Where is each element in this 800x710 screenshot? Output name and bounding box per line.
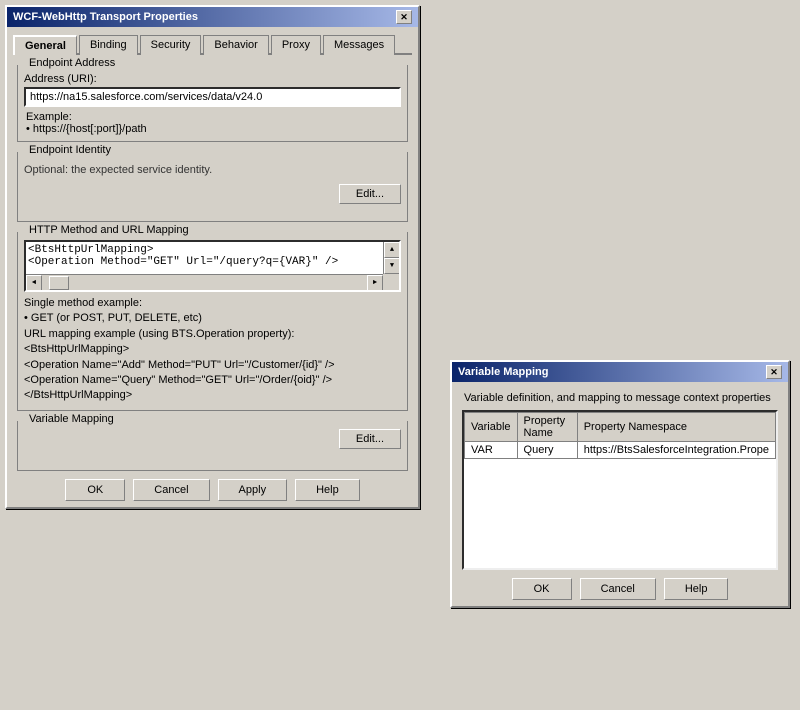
scrollbar-horizontal[interactable]: ◄ ► <box>26 274 383 290</box>
var-cancel-button[interactable]: Cancel <box>580 578 656 600</box>
address-input[interactable] <box>24 87 401 107</box>
var-cell-property-namespace: https://BtsSalesforceIntegration.Prope <box>577 442 775 459</box>
endpoint-identity-label: Endpoint Identity <box>26 144 114 156</box>
tab-binding[interactable]: Binding <box>79 35 138 55</box>
tab-proxy[interactable]: Proxy <box>271 35 321 55</box>
main-dialog-title: WCF-WebHttp Transport Properties <box>13 11 198 23</box>
scroll-up-button[interactable]: ▲ <box>384 242 400 258</box>
endpoint-identity-group: Endpoint Identity Optional: the expected… <box>17 152 408 222</box>
var-mapping-body: Variable definition, and mapping to mess… <box>452 382 788 606</box>
var-mapping-dialog: Variable Mapping ✕ Variable definition, … <box>450 360 790 608</box>
scroll-down-icon: ▼ <box>390 262 394 270</box>
scroll-left-icon: ◄ <box>32 279 36 287</box>
endpoint-identity-edit-button[interactable]: Edit... <box>339 184 401 204</box>
tab-general[interactable]: General <box>13 35 77 55</box>
col-property-namespace: Property Namespace <box>577 413 775 442</box>
http-example-block: Single method example: • GET (or POST, P… <box>24 296 401 404</box>
scroll-down-button[interactable]: ▼ <box>384 258 400 274</box>
var-cell-variable: VAR <box>465 442 518 459</box>
ok-button[interactable]: OK <box>65 479 125 501</box>
tab-security[interactable]: Security <box>140 35 202 55</box>
close-icon: ✕ <box>400 12 408 23</box>
example-line-0: • GET (or POST, PUT, DELETE, etc) <box>24 311 401 326</box>
col-variable: Variable <box>465 413 518 442</box>
main-dialog-body: General Binding Security Behavior Proxy … <box>7 27 418 507</box>
apply-button[interactable]: Apply <box>218 479 288 501</box>
optional-text: Optional: the expected service identity. <box>24 164 401 176</box>
http-method-label: HTTP Method and URL Mapping <box>26 224 192 236</box>
scrollbar-vertical[interactable]: ▲ ▼ <box>383 242 399 274</box>
variable-mapping-label: Variable Mapping <box>26 413 117 425</box>
example-line-2: <BtsHttpUrlMapping> <box>24 342 401 357</box>
main-dialog-close-button[interactable]: ✕ <box>396 10 412 24</box>
url-mapping-area[interactable]: <BtsHttpUrlMapping> <Operation Method="G… <box>24 240 401 292</box>
example-line-4: <Operation Name="Query" Method="GET" Url… <box>24 373 401 388</box>
example-line-1: URL mapping example (using BTS.Operation… <box>24 327 401 342</box>
help-button[interactable]: Help <box>295 479 360 501</box>
var-mapping-subtitle: Variable definition, and mapping to mess… <box>458 388 782 406</box>
example-title: Single method example: <box>24 296 401 311</box>
example-line-3: <Operation Name="Add" Method="PUT" Url="… <box>24 358 401 373</box>
address-field-label: Address (URI): <box>24 73 401 85</box>
col-property-name: Property Name <box>517 413 577 442</box>
tab-messages[interactable]: Messages <box>323 35 395 55</box>
var-cell-property-name: Query <box>517 442 577 459</box>
var-mapping-table-wrapper[interactable]: Variable Property Name Property Namespac… <box>462 410 778 570</box>
var-mapping-close-button[interactable]: ✕ <box>766 365 782 379</box>
endpoint-address-group: Endpoint Address Address (URI): Example:… <box>17 65 408 142</box>
var-mapping-button-row: OK Cancel Help <box>458 578 782 600</box>
var-mapping-titlebar: Variable Mapping ✕ <box>452 362 788 382</box>
variable-mapping-edit-button[interactable]: Edit... <box>339 429 401 449</box>
tab-bar: General Binding Security Behavior Proxy … <box>13 33 412 55</box>
http-method-group: HTTP Method and URL Mapping <BtsHttpUrlM… <box>17 232 408 411</box>
var-ok-button[interactable]: OK <box>512 578 572 600</box>
tab-behavior[interactable]: Behavior <box>203 35 268 55</box>
scroll-left-button[interactable]: ◄ <box>26 275 42 291</box>
url-mapping-content: <BtsHttpUrlMapping> <Operation Method="G… <box>28 244 397 268</box>
var-table-header-row: Variable Property Name Property Namespac… <box>465 413 776 442</box>
close-icon-var: ✕ <box>770 367 778 378</box>
address-example: Example: • https://{host[:port]}/path <box>26 111 401 135</box>
scroll-right-icon: ► <box>373 279 377 287</box>
example-line-5: </BtsHttpUrlMapping> <box>24 388 401 403</box>
var-help-button[interactable]: Help <box>664 578 729 600</box>
scroll-right-button[interactable]: ► <box>367 275 383 291</box>
main-button-row: OK Cancel Apply Help <box>13 479 412 501</box>
var-table-row[interactable]: VAR Query https://BtsSalesforceIntegrati… <box>465 442 776 459</box>
main-dialog: WCF-WebHttp Transport Properties ✕ Gener… <box>5 5 420 509</box>
main-dialog-titlebar: WCF-WebHttp Transport Properties ✕ <box>7 7 418 27</box>
var-mapping-title: Variable Mapping <box>458 366 548 378</box>
scroll-thumb-horizontal[interactable] <box>49 276 69 290</box>
scroll-up-icon: ▲ <box>390 246 394 254</box>
variable-mapping-group: Variable Mapping Edit... <box>17 421 408 471</box>
scroll-corner <box>383 274 399 290</box>
cancel-button[interactable]: Cancel <box>133 479 209 501</box>
endpoint-address-label: Endpoint Address <box>26 57 118 69</box>
var-mapping-table: Variable Property Name Property Namespac… <box>464 412 776 459</box>
